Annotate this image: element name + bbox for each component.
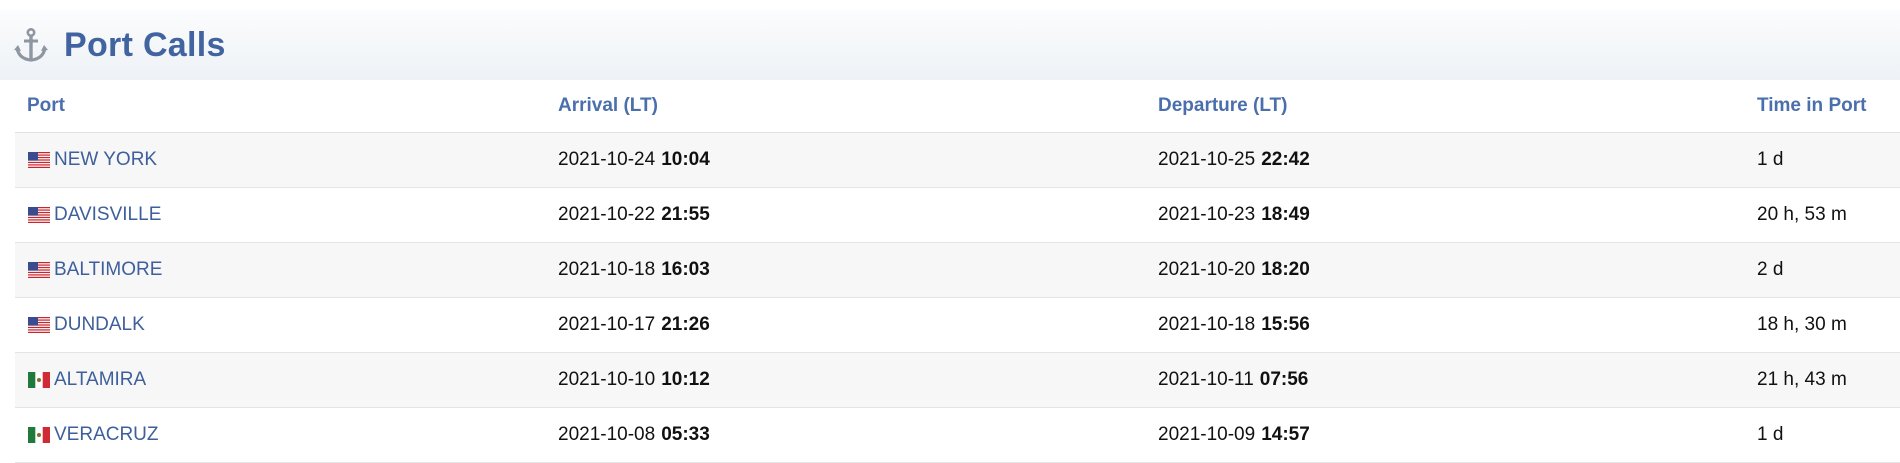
arrival-time: 05:33 [661,424,710,445]
arrival-date: 2021-10-10 [558,369,656,390]
arrival-cell: 2021-10-10 10:12 [558,353,710,407]
arrival-time: 10:04 [661,149,710,170]
time-in-port-cell: 18 h, 30 m [1757,298,1847,352]
column-header-arrival[interactable]: Arrival (LT) [558,95,658,117]
time-in-port-cell: 2 d [1757,243,1783,297]
port-cell: DAVISVILLE [28,188,161,242]
time-in-port-cell: 1 d [1757,408,1783,462]
port-cell: ALTAMIRA [28,353,146,407]
port-calls-panel: Port Calls Port Arrival (LT) Departure (… [0,0,1900,463]
port-cell: DUNDALK [28,298,145,352]
departure-cell: 2021-10-11 07:56 [1158,353,1308,407]
port-cell: NEW YORK [28,133,157,187]
departure-cell: 2021-10-25 22:42 [1158,133,1310,187]
departure-date: 2021-10-11 [1158,369,1254,390]
arrival-cell: 2021-10-22 21:55 [558,188,710,242]
departure-date: 2021-10-18 [1158,314,1256,335]
table-body: NEW YORK 2021-10-24 10:04 2021-10-25 22:… [15,133,1900,463]
table-row: ALTAMIRA 2021-10-10 10:12 2021-10-11 07:… [15,353,1900,408]
table-row: BALTIMORE 2021-10-18 16:03 2021-10-20 18… [15,243,1900,298]
arrival-cell: 2021-10-24 10:04 [558,133,710,187]
departure-time: 15:56 [1261,314,1310,335]
time-in-port: 1 d [1757,424,1784,445]
port-link[interactable]: DUNDALK [54,314,145,336]
departure-time: 14:57 [1261,424,1310,445]
departure-date: 2021-10-25 [1158,149,1256,170]
panel-header: Port Calls [0,10,1900,80]
time-in-port: 18 h, 30 m [1757,314,1847,335]
arrival-cell: 2021-10-08 05:33 [558,408,710,462]
us-flag-icon [28,262,50,278]
departure-time: 22:42 [1261,149,1310,170]
arrival-date: 2021-10-08 [558,424,656,445]
arrival-date: 2021-10-17 [558,314,656,335]
departure-date: 2021-10-23 [1158,204,1256,225]
table-header: Port Arrival (LT) Departure (LT) Time in… [15,80,1900,133]
departure-time: 18:49 [1261,204,1310,225]
port-link[interactable]: BALTIMORE [54,259,162,281]
departure-date: 2021-10-20 [1158,259,1256,280]
mexico-flag-icon [28,372,50,388]
mexico-flag-icon [28,427,50,443]
table-row: VERACRUZ 2021-10-08 05:33 2021-10-09 14:… [15,408,1900,463]
departure-cell: 2021-10-09 14:57 [1158,408,1310,462]
departure-time: 07:56 [1259,369,1309,390]
column-header-time-in-port[interactable]: Time in Port [1757,95,1866,117]
port-link[interactable]: NEW YORK [54,149,157,171]
port-link[interactable]: VERACRUZ [54,424,159,446]
us-flag-icon [28,152,50,168]
table-row: DUNDALK 2021-10-17 21:26 2021-10-18 15:5… [15,298,1900,353]
departure-cell: 2021-10-20 18:20 [1158,243,1310,297]
arrival-time: 10:12 [661,369,710,390]
arrival-cell: 2021-10-17 21:26 [558,298,710,352]
departure-cell: 2021-10-23 18:49 [1158,188,1310,242]
port-cell: BALTIMORE [28,243,162,297]
arrival-date: 2021-10-22 [558,204,656,225]
time-in-port: 2 d [1757,259,1784,280]
arrival-time: 21:26 [661,314,710,335]
time-in-port-cell: 1 d [1757,133,1783,187]
departure-cell: 2021-10-18 15:56 [1158,298,1310,352]
table-row: NEW YORK 2021-10-24 10:04 2021-10-25 22:… [15,133,1900,188]
arrival-date: 2021-10-18 [558,259,656,280]
port-calls-table: Port Arrival (LT) Departure (LT) Time in… [15,80,1900,463]
arrival-cell: 2021-10-18 16:03 [558,243,710,297]
arrival-time: 16:03 [661,259,710,280]
departure-time: 18:20 [1261,259,1310,280]
departure-date: 2021-10-09 [1158,424,1256,445]
port-link[interactable]: DAVISVILLE [54,204,161,226]
anchor-icon [12,26,50,64]
time-in-port: 20 h, 53 m [1757,204,1847,225]
time-in-port-cell: 21 h, 43 m [1757,353,1847,407]
arrival-time: 21:55 [661,204,710,225]
time-in-port-cell: 20 h, 53 m [1757,188,1847,242]
arrival-date: 2021-10-24 [558,149,656,170]
column-header-departure[interactable]: Departure (LT) [1158,95,1287,117]
port-link[interactable]: ALTAMIRA [54,369,146,391]
us-flag-icon [28,207,50,223]
port-cell: VERACRUZ [28,408,159,462]
page-title: Port Calls [64,25,226,64]
us-flag-icon [28,317,50,333]
table-row: DAVISVILLE 2021-10-22 21:55 2021-10-23 1… [15,188,1900,243]
time-in-port: 1 d [1757,149,1784,170]
time-in-port: 21 h, 43 m [1757,369,1847,390]
column-header-port[interactable]: Port [27,95,65,117]
